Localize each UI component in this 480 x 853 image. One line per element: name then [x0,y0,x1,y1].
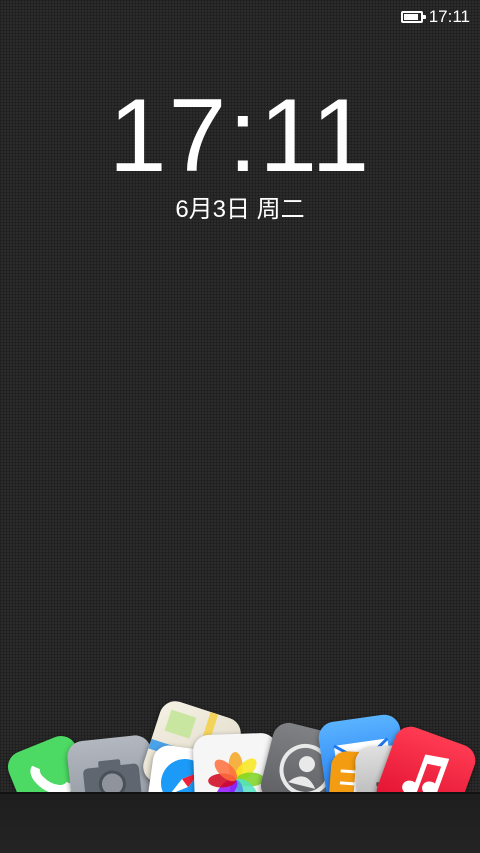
lock-screen: 17:11 17:11 6月3日 周二 [0,0,480,853]
dock-shelf [0,792,480,853]
lockscreen-date: 6月3日 周二 [175,196,305,223]
lockscreen-clock: 17:11 [108,78,372,194]
status-time: 17:11 [428,7,470,26]
app-pile [0,690,480,796]
status-bar: 17:11 [0,0,480,34]
battery-level [403,14,418,20]
battery-icon [400,11,426,23]
